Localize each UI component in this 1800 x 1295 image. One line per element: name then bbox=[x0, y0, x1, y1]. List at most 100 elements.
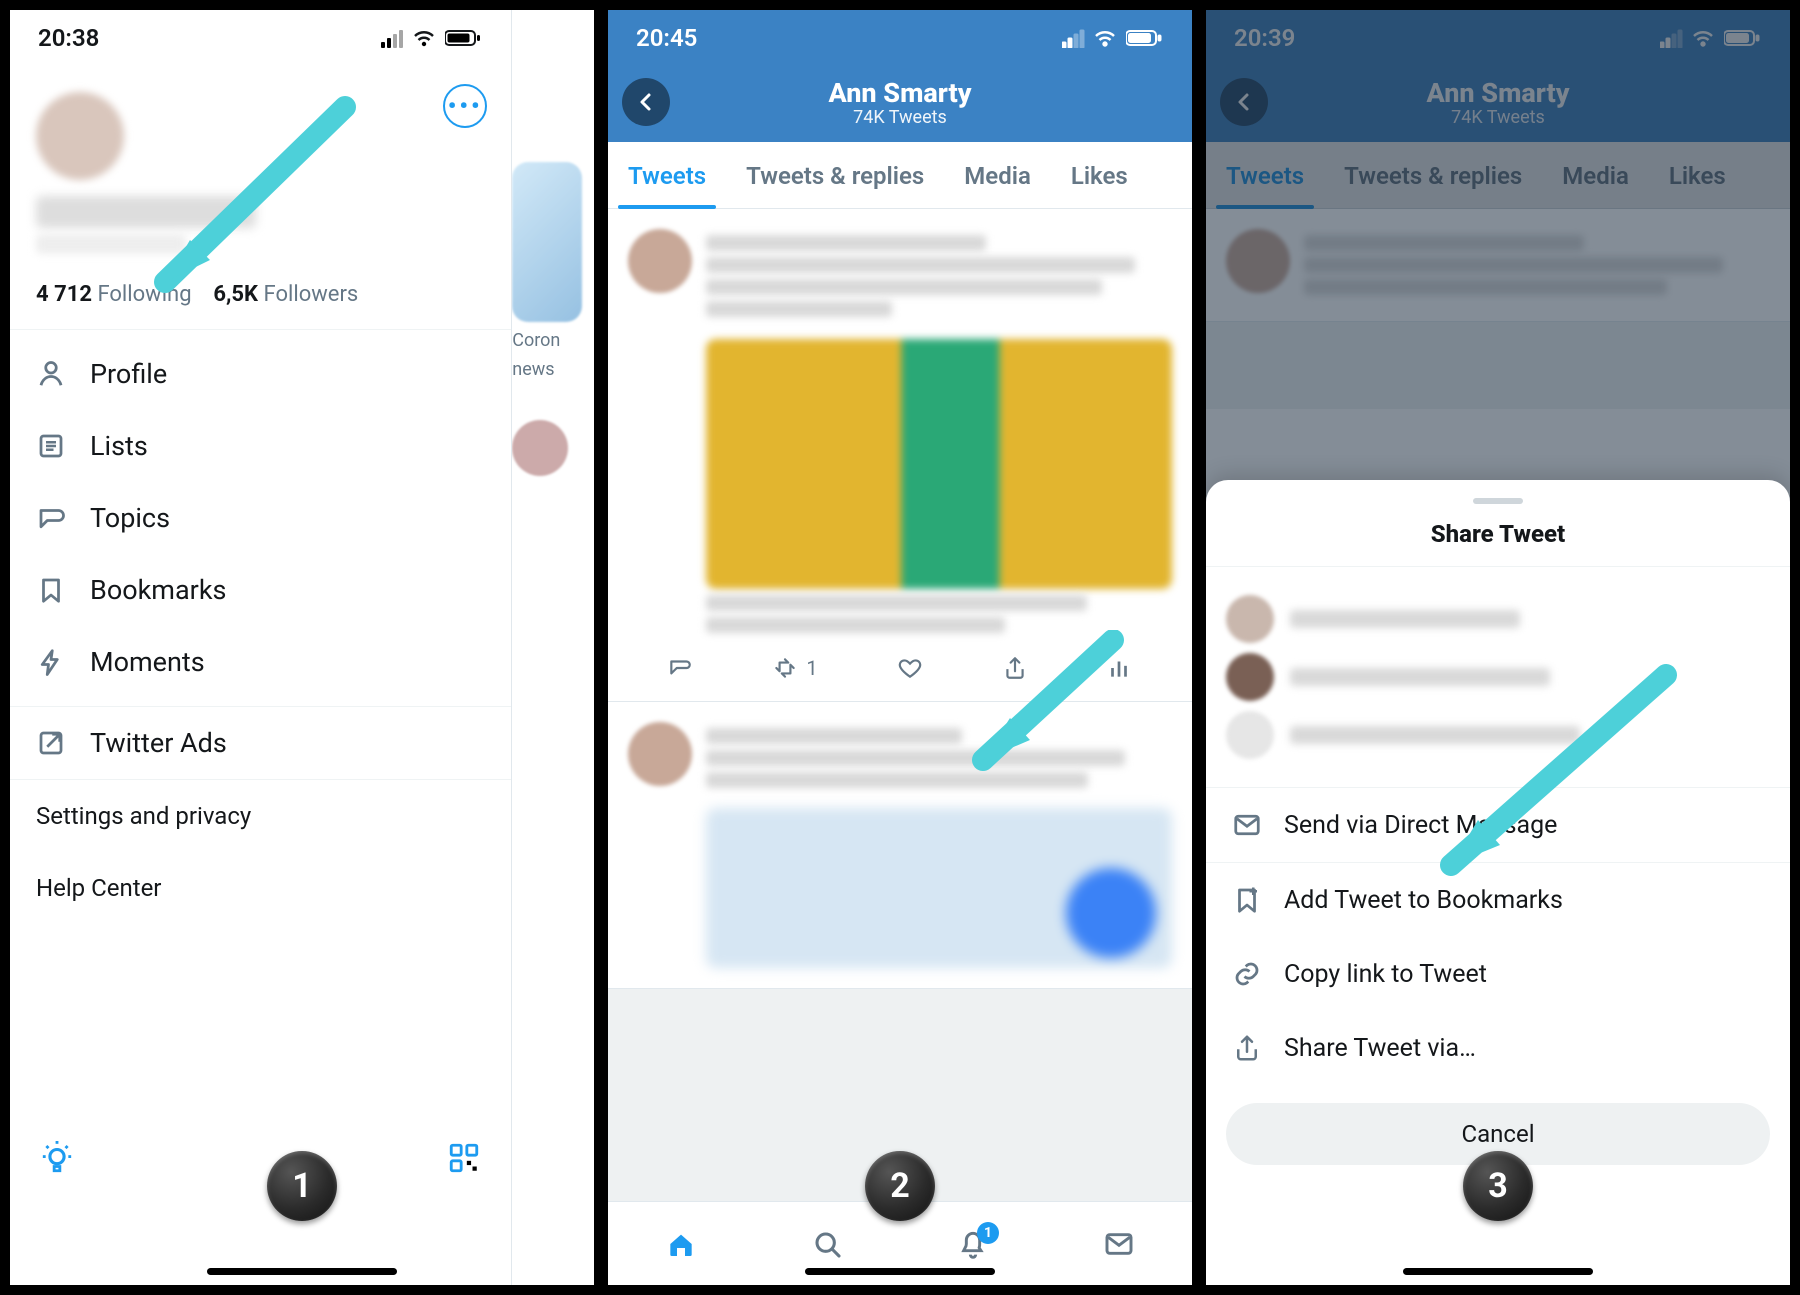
tweet-media-preview[interactable] bbox=[706, 339, 1172, 589]
share-action-label: Share Tweet via… bbox=[1284, 1034, 1476, 1063]
profile-timeline[interactable]: 1 bbox=[608, 209, 1192, 1202]
drawer-item-moments[interactable]: Moments bbox=[10, 626, 511, 698]
screenshot-step-2: 20:45 Ann Smarty 74K Tweets Tweets Tweet… bbox=[604, 6, 1196, 1289]
tweet-card[interactable] bbox=[608, 702, 1192, 989]
drawer-item-help[interactable]: Help Center bbox=[10, 852, 511, 924]
share-icon bbox=[1002, 655, 1028, 681]
share-action-label: Add Tweet to Bookmarks bbox=[1284, 886, 1563, 915]
drawer-item-profile[interactable]: Profile bbox=[10, 338, 511, 410]
cellular-signal-icon bbox=[1062, 28, 1086, 48]
drawer-item-label: Twitter Ads bbox=[90, 727, 227, 759]
tweet-card[interactable]: 1 bbox=[608, 209, 1192, 702]
analytics-icon bbox=[1106, 655, 1132, 681]
battery-icon bbox=[445, 28, 483, 48]
list-icon bbox=[36, 431, 66, 461]
share-action-label: Send via Direct Message bbox=[1284, 811, 1557, 840]
drawer-item-ads[interactable]: Twitter Ads bbox=[10, 707, 511, 779]
share-sheet-title: Share Tweet bbox=[1206, 514, 1790, 567]
wifi-icon bbox=[413, 28, 437, 48]
person-icon bbox=[36, 359, 66, 389]
feed-avatar-blurred bbox=[512, 420, 568, 476]
tab-likes[interactable]: Likes bbox=[1051, 142, 1148, 208]
share-action-copy-link[interactable]: Copy link to Tweet bbox=[1206, 937, 1790, 1011]
retweet-button[interactable]: 1 bbox=[772, 655, 817, 681]
share-action-label: Copy link to Tweet bbox=[1284, 960, 1487, 989]
retweet-icon bbox=[772, 655, 798, 681]
lightning-icon bbox=[36, 647, 66, 677]
display-mode-icon[interactable] bbox=[40, 1141, 74, 1175]
drawer-item-settings[interactable]: Settings and privacy bbox=[10, 780, 511, 852]
share-contact-suggestions bbox=[1206, 567, 1790, 788]
follow-stats[interactable]: 4 712 Following 6,5K Followers bbox=[36, 282, 485, 307]
profile-header-tweet-count: 74K Tweets bbox=[828, 107, 971, 128]
like-button[interactable] bbox=[897, 655, 923, 681]
wifi-icon bbox=[1094, 28, 1118, 48]
drawer-item-label: Moments bbox=[90, 646, 205, 678]
status-time: 20:38 bbox=[38, 24, 99, 52]
trend-label: news bbox=[512, 359, 594, 380]
tweet-avatar[interactable] bbox=[628, 722, 692, 786]
accounts-more-button[interactable]: ••• bbox=[443, 84, 487, 128]
drawer-item-bookmarks[interactable]: Bookmarks bbox=[10, 554, 511, 626]
share-action-bookmark[interactable]: Add Tweet to Bookmarks bbox=[1206, 863, 1790, 937]
drawer-item-label: Topics bbox=[90, 502, 170, 534]
profile-header-name: Ann Smarty bbox=[828, 77, 971, 109]
drawer-item-label: Bookmarks bbox=[90, 574, 226, 606]
speech-bubble-icon bbox=[36, 503, 66, 533]
share-icon bbox=[1232, 1033, 1262, 1063]
share-action-share-via[interactable]: Share Tweet via… bbox=[1206, 1011, 1790, 1085]
share-contact[interactable] bbox=[1226, 595, 1770, 643]
step-number-badge: 2 bbox=[865, 1151, 935, 1221]
sheet-grab-handle[interactable] bbox=[1473, 498, 1523, 504]
step-number-badge: 1 bbox=[267, 1151, 337, 1221]
feed-card-blurred bbox=[512, 162, 582, 322]
drawer-item-label: Lists bbox=[90, 430, 148, 462]
screenshot-step-1: Coron news 20:38 ••• 4 712 bbox=[6, 6, 598, 1289]
analytics-button[interactable] bbox=[1106, 655, 1132, 681]
tab-media[interactable]: Media bbox=[944, 142, 1051, 208]
drawer-display-name bbox=[36, 196, 256, 228]
qr-code-icon[interactable] bbox=[447, 1141, 481, 1175]
ios-home-indicator bbox=[805, 1268, 995, 1275]
reply-icon bbox=[667, 655, 693, 681]
tab-tweets[interactable]: Tweets bbox=[608, 142, 726, 208]
nav-notifications[interactable] bbox=[957, 1228, 989, 1260]
drawer-item-topics[interactable]: Topics bbox=[10, 482, 511, 554]
ios-home-indicator bbox=[1403, 1268, 1593, 1275]
drawer-item-lists[interactable]: Lists bbox=[10, 410, 511, 482]
navigation-drawer: 20:38 ••• 4 712 Following 6,5K Follow bbox=[10, 10, 512, 1285]
drawer-handle bbox=[36, 234, 186, 254]
nav-search[interactable] bbox=[811, 1228, 843, 1260]
following-label: Following bbox=[97, 282, 191, 307]
followers-count: 6,5K bbox=[213, 282, 258, 307]
share-contact[interactable] bbox=[1226, 653, 1770, 701]
tweet-avatar[interactable] bbox=[628, 229, 692, 293]
status-time: 20:45 bbox=[636, 24, 697, 52]
drawer-avatar[interactable] bbox=[36, 92, 124, 180]
drawer-item-label: Profile bbox=[90, 358, 167, 390]
trend-label: Coron bbox=[512, 330, 594, 351]
ios-status-bar: 20:45 bbox=[608, 10, 1192, 62]
link-icon bbox=[1232, 959, 1262, 989]
step-number-badge: 3 bbox=[1463, 1151, 1533, 1221]
heart-icon bbox=[897, 655, 923, 681]
tab-replies[interactable]: Tweets & replies bbox=[726, 142, 944, 208]
feed-behind-drawer: Coron news bbox=[512, 10, 594, 1285]
reply-button[interactable] bbox=[667, 655, 693, 681]
share-action-dm[interactable]: Send via Direct Message bbox=[1206, 788, 1790, 862]
share-button[interactable] bbox=[1002, 655, 1028, 681]
nav-home[interactable] bbox=[665, 1228, 697, 1260]
back-button[interactable] bbox=[622, 78, 670, 126]
followers-label: Followers bbox=[264, 282, 359, 307]
share-contact[interactable] bbox=[1226, 711, 1770, 759]
retweet-count: 1 bbox=[806, 656, 817, 680]
chevron-left-icon bbox=[634, 90, 658, 114]
nav-messages[interactable] bbox=[1103, 1228, 1135, 1260]
bookmark-icon bbox=[36, 575, 66, 605]
external-link-icon bbox=[36, 728, 66, 758]
mail-icon bbox=[1232, 810, 1262, 840]
profile-tab-bar: Tweets Tweets & replies Media Likes bbox=[608, 142, 1192, 209]
cellular-signal-icon bbox=[381, 28, 405, 48]
bookmark-add-icon bbox=[1232, 885, 1262, 915]
battery-icon bbox=[1126, 28, 1164, 48]
